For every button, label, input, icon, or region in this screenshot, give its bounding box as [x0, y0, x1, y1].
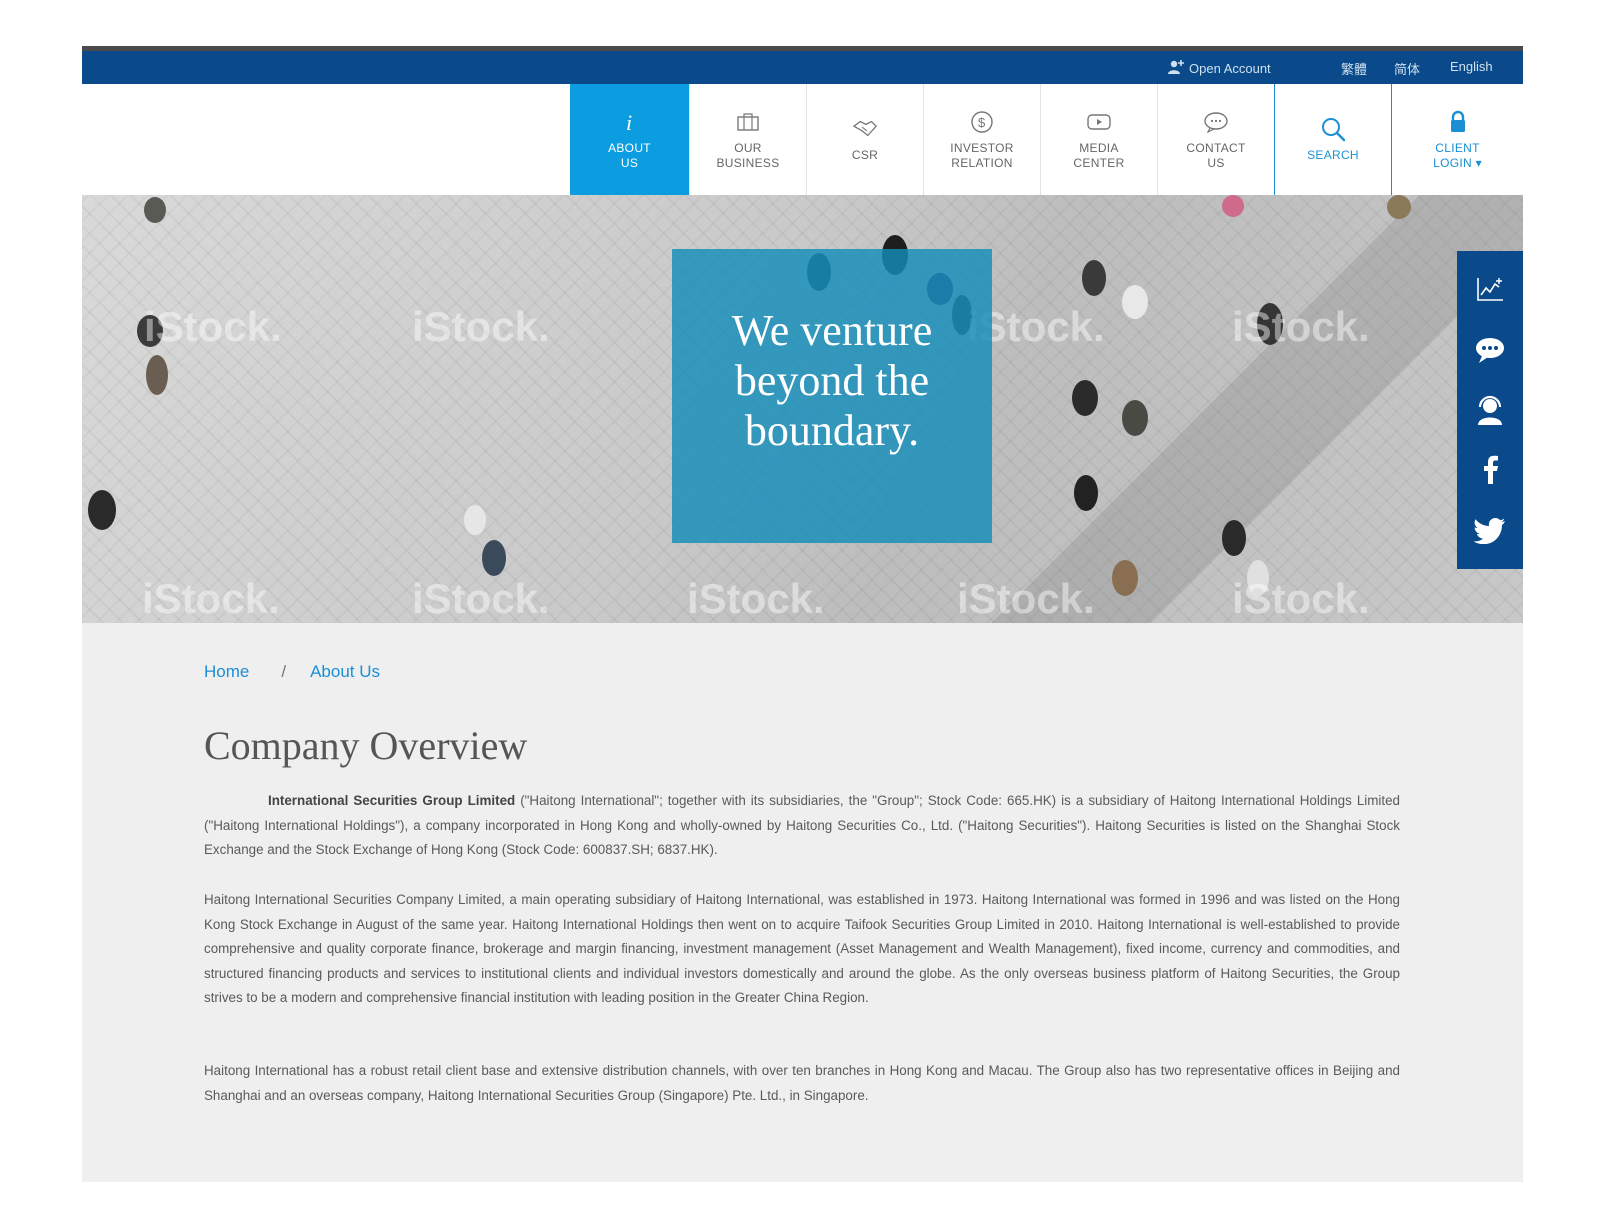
watermark: iStock.: [1232, 303, 1370, 350]
chat-bubble-icon: [1203, 109, 1229, 135]
open-account-link[interactable]: Open Account: [1167, 59, 1271, 78]
pedestrian: [1122, 400, 1148, 436]
overview-paragraph-3: Haitong International has a robust retai…: [204, 1063, 1400, 1103]
hero-banner: iStock. iStock. iStock. iStock. iStock. …: [82, 195, 1523, 623]
add-user-icon: [1167, 59, 1185, 78]
social-sidebar: [1457, 251, 1523, 569]
nav-csr[interactable]: CSR: [806, 84, 923, 195]
nav-our-business-label: OUR BUSINESS: [716, 140, 780, 170]
breadcrumb-separator: /: [281, 662, 287, 681]
pedestrian: [1112, 560, 1138, 596]
twitter-icon[interactable]: [1473, 514, 1507, 548]
svg-text:i: i: [626, 110, 632, 134]
pedestrian: [1387, 195, 1411, 219]
pedestrian: [1222, 520, 1246, 556]
pedestrian: [146, 355, 168, 395]
chart-icon[interactable]: [1473, 272, 1507, 306]
lang-simplified[interactable]: 简体: [1394, 59, 1420, 78]
facebook-icon[interactable]: [1473, 453, 1507, 487]
nav-client-login-label: CLIENT LOGIN ▾: [1433, 140, 1482, 170]
open-account-label: Open Account: [1189, 61, 1271, 76]
nav-csr-label: CSR: [851, 148, 879, 162]
overview-paragraph-1: International Securities Group Limited (…: [204, 789, 1400, 863]
breadcrumb-home[interactable]: Home: [204, 662, 249, 682]
dollar-coin-icon: $: [969, 109, 995, 135]
nav-search[interactable]: SEARCH: [1274, 84, 1391, 195]
page-title: Company Overview: [204, 723, 528, 768]
breadcrumb-current[interactable]: About Us: [310, 662, 380, 682]
lang-english[interactable]: English: [1450, 59, 1493, 74]
info-icon: i: [617, 109, 643, 135]
main-nav: i ABOUT US OUR BUSINESS CSR $ INVESTOR R…: [82, 84, 1523, 195]
handshake-icon: [852, 116, 878, 142]
watermark: iStock.: [144, 303, 282, 350]
nav-client-login[interactable]: CLIENT LOGIN ▾: [1391, 84, 1523, 195]
overview-paragraph-2: Haitong International Securities Company…: [204, 892, 1400, 1005]
pedestrian: [482, 540, 506, 576]
hero-tagline: We venture beyond the boundary.: [731, 306, 933, 455]
nav-search-label: SEARCH: [1307, 148, 1359, 162]
nav-media-center-label: MEDIA CENTER: [1073, 140, 1125, 170]
page-frame: Open Account 繁體 简体 English i ABOUT US OU…: [82, 46, 1523, 1182]
pedestrian: [1222, 195, 1244, 217]
pedestrian: [1122, 285, 1148, 319]
nav-about-us-label: ABOUT US: [608, 140, 651, 170]
watermark: iStock.: [957, 575, 1095, 622]
lang-traditional[interactable]: 繁體: [1341, 59, 1367, 78]
search-icon: [1320, 116, 1346, 142]
nav-media-center[interactable]: MEDIA CENTER: [1040, 84, 1157, 195]
watermark: iStock.: [412, 575, 550, 622]
nav-our-business[interactable]: OUR BUSINESS: [689, 84, 806, 195]
pedestrian: [1082, 260, 1106, 296]
company-name: International Securities Group Limited: [268, 793, 516, 808]
watermark: iStock.: [687, 575, 825, 622]
watermark: iStock.: [1232, 575, 1370, 622]
briefcase-icon: [735, 109, 761, 135]
svg-text:$: $: [978, 115, 986, 130]
lock-icon: [1445, 109, 1471, 135]
nav-investor-relation-label: INVESTOR RELATION: [950, 140, 1014, 170]
pedestrian: [464, 505, 486, 535]
chat-icon[interactable]: [1473, 333, 1507, 367]
support-agent-icon[interactable]: [1473, 393, 1507, 427]
pedestrian: [88, 490, 116, 530]
utility-bar: Open Account 繁體 简体 English: [82, 46, 1523, 84]
play-icon: [1086, 109, 1112, 135]
hero-tagline-box: We venture beyond the boundary.: [672, 249, 992, 543]
pedestrian: [1072, 380, 1098, 416]
nav-contact-us[interactable]: CONTACT US: [1157, 84, 1274, 195]
nav-contact-us-label: CONTACT US: [1186, 140, 1246, 170]
nav-about-us[interactable]: i ABOUT US: [570, 84, 689, 195]
logo-area[interactable]: [82, 84, 570, 195]
pedestrian: [144, 197, 166, 223]
watermark: iStock.: [142, 575, 280, 622]
nav-investor-relation[interactable]: $ INVESTOR RELATION: [923, 84, 1040, 195]
pedestrian: [1074, 475, 1098, 511]
breadcrumb: Home / About Us: [204, 662, 380, 682]
watermark: iStock.: [412, 303, 550, 350]
